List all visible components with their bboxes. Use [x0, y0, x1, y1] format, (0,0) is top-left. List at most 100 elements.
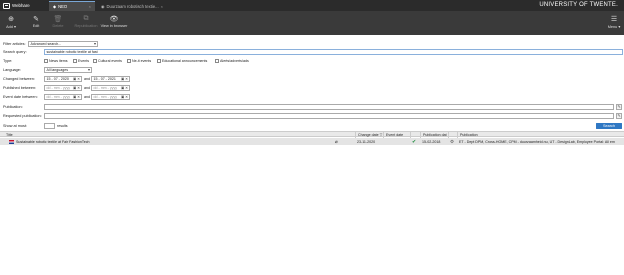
trash-icon: 🗑 [53, 16, 63, 23]
changed-from-value: 15 - 07 - 2020 [46, 76, 69, 81]
show-at-most-input[interactable] [44, 122, 55, 129]
view-in-browser-button[interactable]: 👁 View in browser [100, 14, 128, 33]
event-date-row: Event date between: dd - mm - yyyy ▣ ✕ a… [0, 93, 624, 100]
paperclip-icon: ⌀ [335, 138, 338, 144]
add-label: Add ▾ [6, 25, 16, 29]
row-publication-date: 15-02-2018 [422, 139, 441, 144]
publication-label: Publication: [3, 104, 23, 109]
calendar-clear-icon[interactable]: ▣ ✕ [121, 86, 128, 90]
table-row[interactable]: Sustainable robotic textile at Fair Fash… [0, 138, 624, 145]
type-news-items[interactable]: News items [44, 58, 68, 63]
republication-button[interactable]: ⧉ Republication [73, 14, 99, 33]
language-row: Language: All languages [0, 66, 624, 73]
tab-article[interactable]: ◉ Duurzaam robotisch textie... × [97, 1, 167, 11]
checkbox[interactable] [127, 58, 131, 63]
type-cultural-events[interactable]: Cultural events [93, 58, 122, 63]
filter-articles-select[interactable]: Advanced search... [28, 40, 98, 47]
requested-publication-row: Requested publication: ✎ [0, 112, 624, 119]
add-button[interactable]: ⊕ Add ▾ [4, 14, 18, 33]
plus-circle-icon: ⊕ [8, 16, 14, 23]
publication-input[interactable] [44, 103, 614, 110]
publication-row: Publication: ✎ [0, 103, 624, 110]
show-at-most-label: Show at most: [3, 123, 28, 128]
type-ne-it-events-label: Ne-it events [132, 58, 152, 63]
changed-between-label: Changed between: [3, 76, 35, 81]
checkbox[interactable] [157, 58, 161, 63]
checkbox[interactable] [93, 58, 97, 63]
search-query-input[interactable]: sustainable robotic textile at fast [44, 48, 623, 55]
checkbox[interactable] [215, 58, 219, 63]
type-events-label: Events [78, 58, 89, 63]
calendar-clear-icon[interactable]: ▣ ✕ [73, 95, 80, 99]
row-title-cell: Sustainable robotic textile at Fair Fash… [9, 138, 329, 145]
tab-article-label: Duurzaam robotisch textie... [106, 3, 159, 9]
row-title: Sustainable robotic textile at Fair Fash… [16, 139, 90, 144]
pencil-icon[interactable]: ✎ [616, 112, 622, 119]
tab-neo-label: NEO [58, 4, 68, 9]
and-label: and [84, 85, 90, 90]
pencil-icon[interactable]: ✎ [616, 103, 622, 110]
webhare-logo-icon [3, 2, 10, 9]
published-to-date[interactable]: dd - mm - yyyy ▣ ✕ [91, 84, 130, 91]
published-from-date[interactable]: dd - mm - yyyy ▣ ✕ [44, 84, 82, 91]
menu-button[interactable]: ☰ Menu ▾ [606, 14, 622, 33]
checkbox[interactable] [44, 58, 48, 63]
requested-publication-label: Requested publication: [3, 113, 42, 118]
app-brand[interactable]: Webhare [3, 2, 30, 9]
eye-icon: 👁 [109, 16, 119, 23]
calendar-clear-icon[interactable]: ▣ ✕ [121, 77, 128, 81]
row-change-date: 23-11-2020 [357, 139, 376, 144]
view-in-browser-label: View in browser [100, 24, 128, 28]
republish-icon: ⧉ [83, 15, 89, 22]
results-label: results [57, 123, 68, 128]
event-from-date[interactable]: dd - mm - yyyy ▣ ✕ [44, 93, 82, 100]
search-query-label: Search query: [3, 49, 27, 54]
delete-button[interactable]: 🗑 Delete [51, 14, 65, 33]
search-button[interactable]: Search [596, 123, 622, 129]
show-at-most-row: Show at most: results [0, 122, 624, 129]
changed-to-value: 15 - 07 - 2021 [93, 76, 116, 81]
changed-between-row: Changed between: 15 - 07 - 2020 ▣ ✕ and … [0, 75, 624, 82]
changed-from-date[interactable]: 15 - 07 - 2020 ▣ ✕ [44, 75, 82, 82]
type-alerts-label: Alerts/adverts/ads [220, 58, 249, 63]
close-icon[interactable]: × [89, 4, 91, 9]
language-select[interactable]: All languages [44, 66, 92, 73]
top-bar: Webhare ◆ NEO × ◉ Duurzaam robotisch tex… [0, 0, 624, 11]
type-events[interactable]: Events [73, 58, 89, 63]
type-ne-it-events[interactable]: Ne-it events [127, 58, 152, 63]
changed-to-date[interactable]: 15 - 07 - 2021 ▣ ✕ [91, 75, 130, 82]
event-from-value: dd - mm - yyyy [46, 94, 71, 99]
university-logo: UNIVERSITY OF TWENTE. [539, 2, 618, 8]
published-from-value: dd - mm - yyyy [46, 85, 71, 90]
search-query-row: Search query: sustainable robotic textil… [0, 48, 624, 55]
edit-button[interactable]: ✎ Edit [30, 14, 42, 33]
checkbox[interactable] [73, 58, 77, 63]
edit-label: Edit [32, 24, 40, 28]
published-between-row: Published between: dd - mm - yyyy ▣ ✕ an… [0, 84, 624, 91]
language-label: Language: [3, 67, 21, 72]
published-to-value: dd - mm - yyyy [93, 85, 118, 90]
published-between-label: Published between: [3, 85, 37, 90]
close-icon[interactable]: × [161, 4, 163, 9]
row-publication: ET - Dept DPM, Cross-HOME, CPM - duurzaa… [459, 139, 615, 144]
calendar-clear-icon[interactable]: ▣ ✕ [121, 95, 128, 99]
tab-neo[interactable]: ◆ NEO × [49, 1, 95, 11]
app-name: Webhare [12, 3, 30, 8]
event-date-label: Event date between: [3, 94, 38, 99]
filter-row: Filter articles: Advanced search... [0, 40, 624, 47]
requested-publication-input[interactable] [44, 112, 614, 119]
pencil-icon: ✎ [33, 16, 39, 23]
calendar-clear-icon[interactable]: ▣ ✕ [73, 86, 80, 90]
tab-icon: ◆ [53, 4, 57, 9]
calendar-clear-icon[interactable]: ▣ ✕ [73, 77, 80, 81]
type-news-items-label: News items [49, 58, 68, 63]
event-to-date[interactable]: dd - mm - yyyy ▣ ✕ [91, 93, 130, 100]
republication-label: Republication [74, 24, 98, 28]
filter-articles-label: Filter articles: [3, 41, 26, 46]
toolbar: ⊕ Add ▾ ✎ Edit 🗑 Delete ⧉ Republication … [0, 11, 624, 35]
type-cultural-events-label: Cultural events [98, 58, 122, 63]
type-alerts[interactable]: Alerts/adverts/ads [215, 58, 249, 63]
type-educational-announcements[interactable]: Educational announcements [157, 58, 207, 63]
and-label: and [84, 76, 90, 81]
event-to-value: dd - mm - yyyy [93, 94, 118, 99]
